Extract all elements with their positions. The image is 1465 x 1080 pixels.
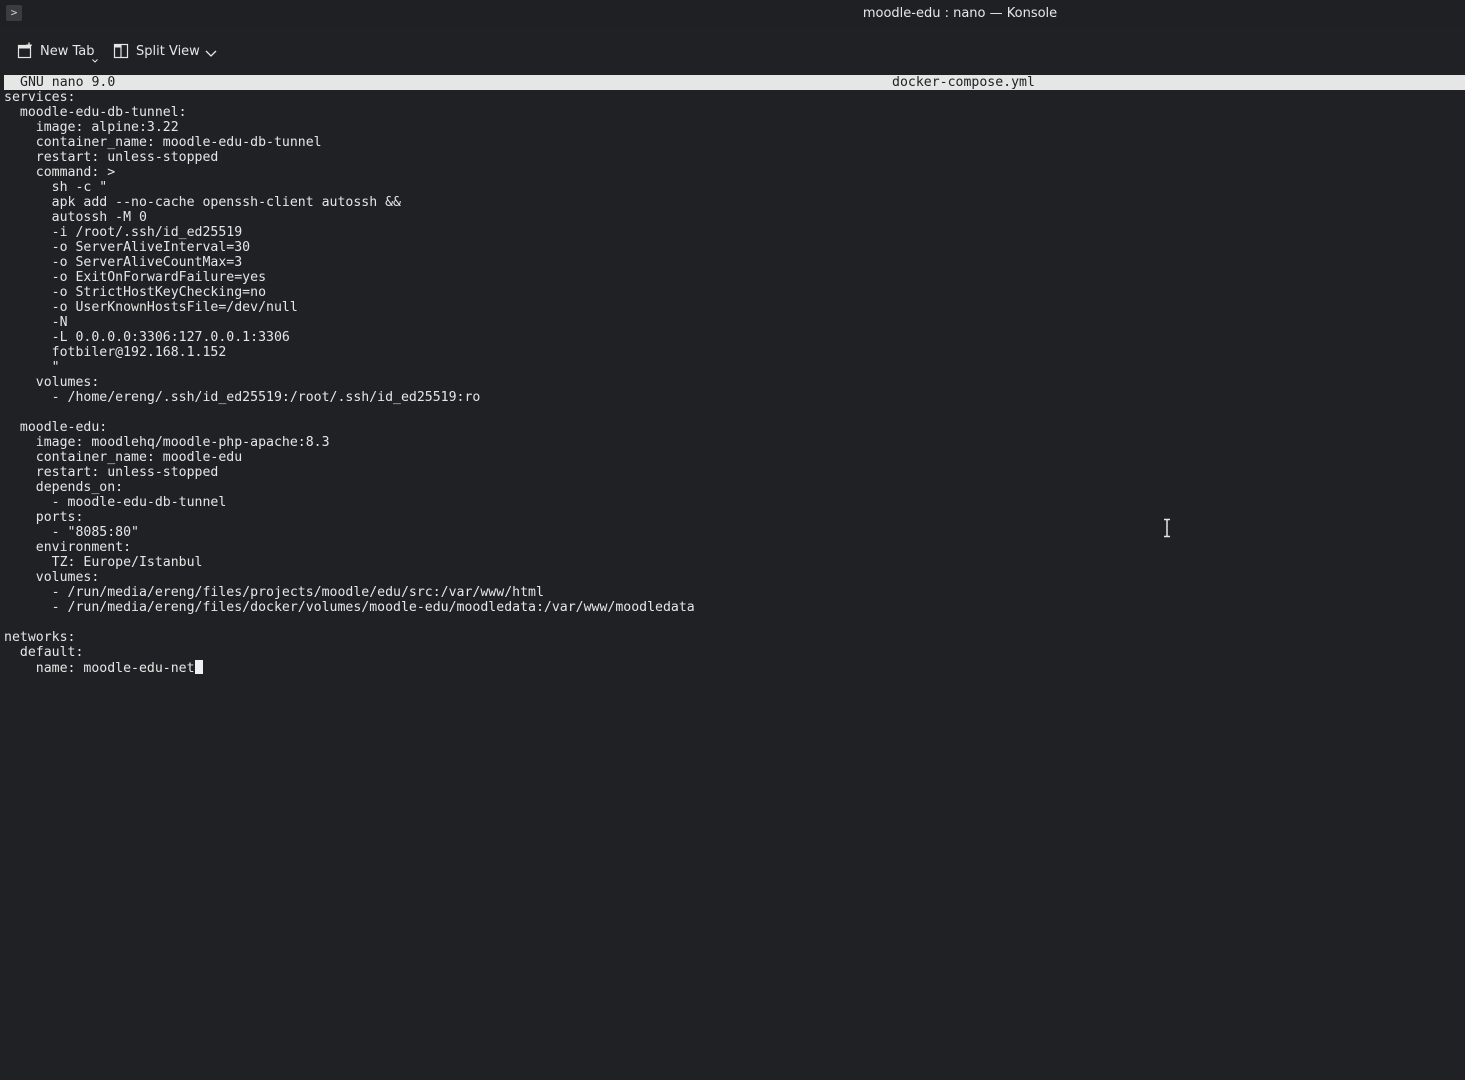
code-line-text: -o UserKnownHostsFile=/dev/null (4, 300, 298, 315)
code-line: -o ServerAliveInterval=30 (4, 240, 1454, 255)
code-line: networks: (4, 630, 1454, 645)
code-line-text: TZ: Europe/Istanbul (4, 555, 203, 570)
code-line-text: -o ServerAliveInterval=30 (4, 240, 251, 255)
code-line-text: fotbiler@192.168.1.152 (4, 345, 227, 360)
text-cursor (194, 660, 203, 674)
code-line: image: moodlehq/moodle-php-apache:8.3 (4, 435, 1454, 450)
code-line-text: moodle-edu-db-tunnel: (4, 105, 187, 120)
code-line: environment: (4, 540, 1454, 555)
code-line: -L 0.0.0.0:3306:127.0.0.1:3306 (4, 330, 1454, 345)
code-line: ports: (4, 510, 1454, 525)
code-line-text: restart: unless-stopped (4, 465, 219, 480)
code-line-text: default: (4, 645, 84, 660)
code-line: -o UserKnownHostsFile=/dev/null (4, 300, 1454, 315)
code-line-text: autossh -M 0 (4, 210, 147, 225)
toolbar: New Tab Split View (0, 28, 1465, 74)
code-line: restart: unless-stopped (4, 465, 1454, 480)
code-line: apk add --no-cache openssh-client autoss… (4, 195, 1454, 210)
terminal-area[interactable]: GNU nano 9.0 docker-compose.yml services… (0, 74, 1465, 1080)
nano-shortcut-bar: ^GHelp^XExit^OWrite Out^RRead File^FWher… (0, 1034, 1465, 1070)
code-line: image: alpine:3.22 (4, 120, 1454, 135)
code-line-text: command: > (4, 165, 116, 180)
chevron-down-icon[interactable] (204, 45, 218, 57)
code-line-text: volumes: (4, 570, 100, 585)
code-line-text: restart: unless-stopped (4, 150, 219, 165)
code-line: default: (4, 645, 1454, 660)
code-line: container_name: moodle-edu-db-tunnel (4, 135, 1454, 150)
code-line-text: -i /root/.ssh/id_ed25519 (4, 225, 243, 240)
code-line: - moodle-edu-db-tunnel (4, 495, 1454, 510)
code-line-text: environment: (4, 540, 132, 555)
new-tab-icon (16, 42, 34, 60)
code-line: services: (4, 90, 1454, 105)
new-tab-menu-indicator-icon (92, 53, 98, 68)
nano-title-bar: GNU nano 9.0 docker-compose.yml (4, 75, 1465, 90)
code-line: volumes: (4, 570, 1454, 585)
terminal-menu-icon[interactable]: > (6, 5, 22, 21)
window-title: moodle-edu : nano — Konsole (862, 6, 1058, 21)
code-line-text: " (4, 360, 60, 375)
code-line: moodle-edu-db-tunnel: (4, 105, 1454, 120)
code-line-text: -o ExitOnForwardFailure=yes (4, 270, 267, 285)
code-line-text: ports: (4, 510, 84, 525)
code-line-text: - /home/ereng/.ssh/id_ed25519:/root/.ssh… (4, 390, 481, 405)
code-line-text: moodle-edu: (4, 420, 108, 435)
code-line-text: image: moodlehq/moodle-php-apache:8.3 (4, 435, 330, 450)
text-cursor-icon (1162, 518, 1172, 538)
code-line: moodle-edu: (4, 420, 1454, 435)
nano-version: GNU nano 9.0 (20, 75, 116, 90)
code-line-text: image: alpine:3.22 (4, 120, 179, 135)
code-line-text: -o StrictHostKeyChecking=no (4, 285, 267, 300)
nano-filename: docker-compose.yml (892, 75, 1035, 90)
code-line: - /run/media/ereng/files/projects/moodle… (4, 585, 1454, 600)
code-line-text: - "8085:80" (4, 525, 139, 540)
code-line-text: container_name: moodle-edu (4, 450, 243, 465)
code-line-text: container_name: moodle-edu-db-tunnel (4, 135, 322, 150)
code-line-text: depends_on: (4, 480, 124, 495)
code-line-text: apk add --no-cache openssh-client autoss… (4, 195, 401, 210)
editor-buffer[interactable]: services: moodle-edu-db-tunnel: image: a… (4, 90, 1454, 676)
new-tab-button[interactable]: New Tab (16, 40, 98, 63)
new-tab-label: New Tab (40, 43, 95, 59)
code-line: restart: unless-stopped (4, 150, 1454, 165)
code-line: depends_on: (4, 480, 1454, 495)
code-line: -o ServerAliveCountMax=3 (4, 255, 1454, 270)
code-line: -i /root/.ssh/id_ed25519 (4, 225, 1454, 240)
code-line: autossh -M 0 (4, 210, 1454, 225)
code-line: " (4, 360, 1454, 375)
code-line-text: -N (4, 315, 68, 330)
code-line-text: - moodle-edu-db-tunnel (4, 495, 227, 510)
code-line-text: volumes: (4, 375, 100, 390)
code-line: container_name: moodle-edu (4, 450, 1454, 465)
code-line-text: -L 0.0.0.0:3306:127.0.0.1:3306 (4, 330, 290, 345)
code-line: - "8085:80" (4, 525, 1454, 540)
code-line-text: services: (4, 90, 76, 105)
split-view-label: Split View (136, 43, 200, 59)
code-line: - /run/media/ereng/files/docker/volumes/… (4, 600, 1454, 615)
code-line-text: - /run/media/ereng/files/projects/moodle… (4, 585, 544, 600)
code-line-text: - /run/media/ereng/files/docker/volumes/… (4, 600, 695, 615)
code-line: fotbiler@192.168.1.152 (4, 345, 1454, 360)
code-line-text: sh -c " (4, 180, 108, 195)
code-line: -o StrictHostKeyChecking=no (4, 285, 1454, 300)
konsole-window: > moodle-edu : nano — Konsole New Tab Sp… (0, 0, 1465, 1080)
code-line: name: moodle-edu-net (4, 660, 1454, 676)
code-line-text: networks: (4, 630, 76, 645)
code-line: command: > (4, 165, 1454, 180)
code-line: -o ExitOnForwardFailure=yes (4, 270, 1454, 285)
code-line-text: name: moodle-edu-net (4, 661, 195, 676)
code-line: sh -c " (4, 180, 1454, 195)
code-line: TZ: Europe/Istanbul (4, 555, 1454, 570)
code-line: volumes: (4, 375, 1454, 390)
split-view-icon (112, 42, 130, 60)
code-line: - /home/ereng/.ssh/id_ed25519:/root/.ssh… (4, 390, 1454, 405)
split-view-button[interactable]: Split View (112, 40, 200, 62)
code-line-text: -o ServerAliveCountMax=3 (4, 255, 243, 270)
code-line: -N (4, 315, 1454, 330)
title-bar: > moodle-edu : nano — Konsole (0, 0, 1465, 28)
